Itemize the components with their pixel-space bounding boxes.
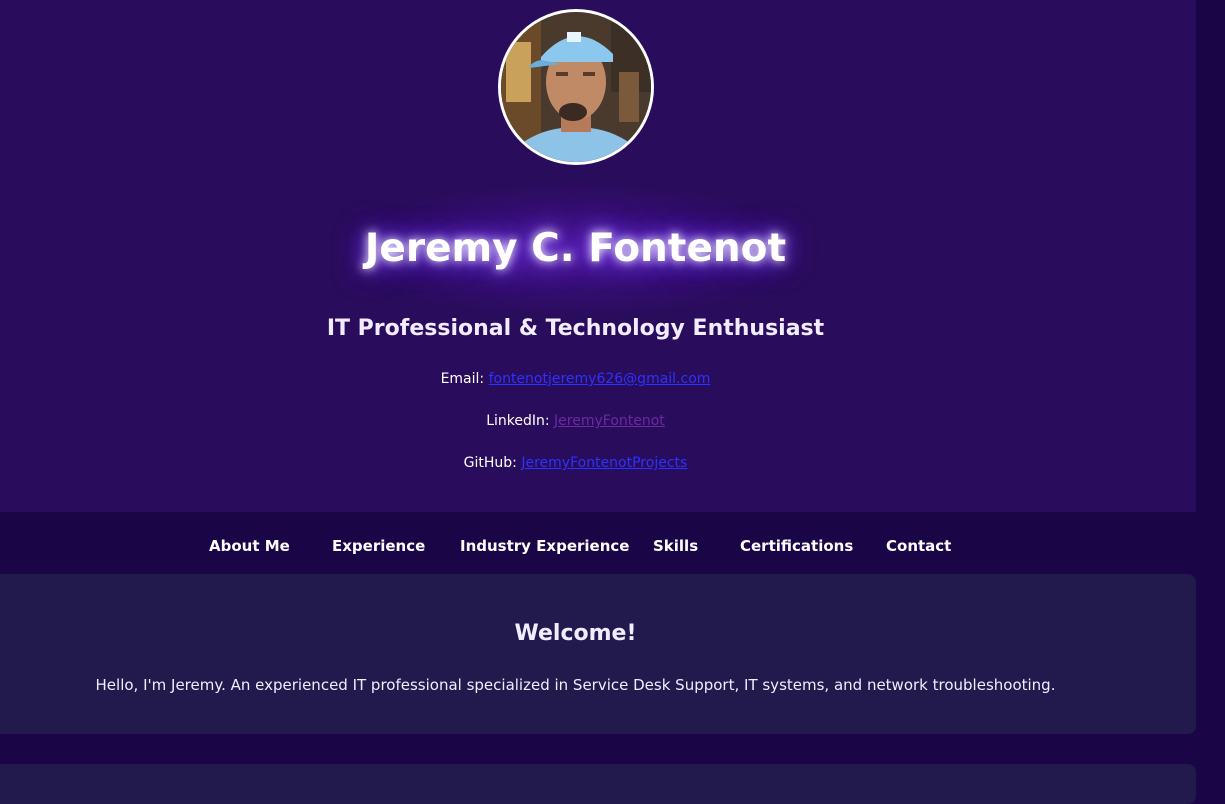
nav-certifications[interactable]: Certifications: [740, 537, 853, 555]
next-section: [0, 764, 1196, 804]
profile-header: Jeremy C. Fontenot IT Professional & Tec…: [0, 0, 1196, 512]
nav-contact[interactable]: Contact: [886, 537, 951, 555]
email-label: Email:: [440, 371, 485, 387]
nav-experience[interactable]: Experience: [332, 537, 425, 555]
welcome-section: Welcome! Hello, I'm Jeremy. An experienc…: [0, 574, 1196, 734]
nav-industry-experience[interactable]: Industry Experience: [460, 537, 629, 555]
profile-photo: [501, 12, 651, 162]
nav-skills[interactable]: Skills: [653, 537, 698, 555]
github-label: GitHub:: [463, 455, 517, 471]
main-nav: About Me Experience Industry Experience …: [0, 512, 1196, 574]
email-line: Email: fontenotjeremy626@gmail.com: [0, 371, 1151, 387]
linkedin-link[interactable]: JeremyFontenot: [554, 413, 665, 429]
linkedin-line: LinkedIn: JeremyFontenot: [0, 413, 1151, 429]
github-link[interactable]: JeremyFontenotProjects: [521, 455, 687, 471]
email-link[interactable]: fontenotjeremy626@gmail.com: [489, 371, 711, 387]
page-scrollbar[interactable]: [1196, 0, 1225, 787]
nav-about-me[interactable]: About Me: [209, 537, 290, 555]
profile-tagline: IT Professional & Technology Enthusiast: [326, 316, 825, 341]
welcome-text: Hello, I'm Jeremy. An experienced IT pro…: [95, 676, 1056, 694]
linkedin-label: LinkedIn:: [486, 413, 550, 429]
profile-name: Jeremy C. Fontenot: [364, 226, 787, 271]
welcome-title: Welcome!: [514, 621, 637, 646]
avatar: [498, 9, 654, 165]
github-line: GitHub: JeremyFontenotProjects: [0, 455, 1151, 471]
